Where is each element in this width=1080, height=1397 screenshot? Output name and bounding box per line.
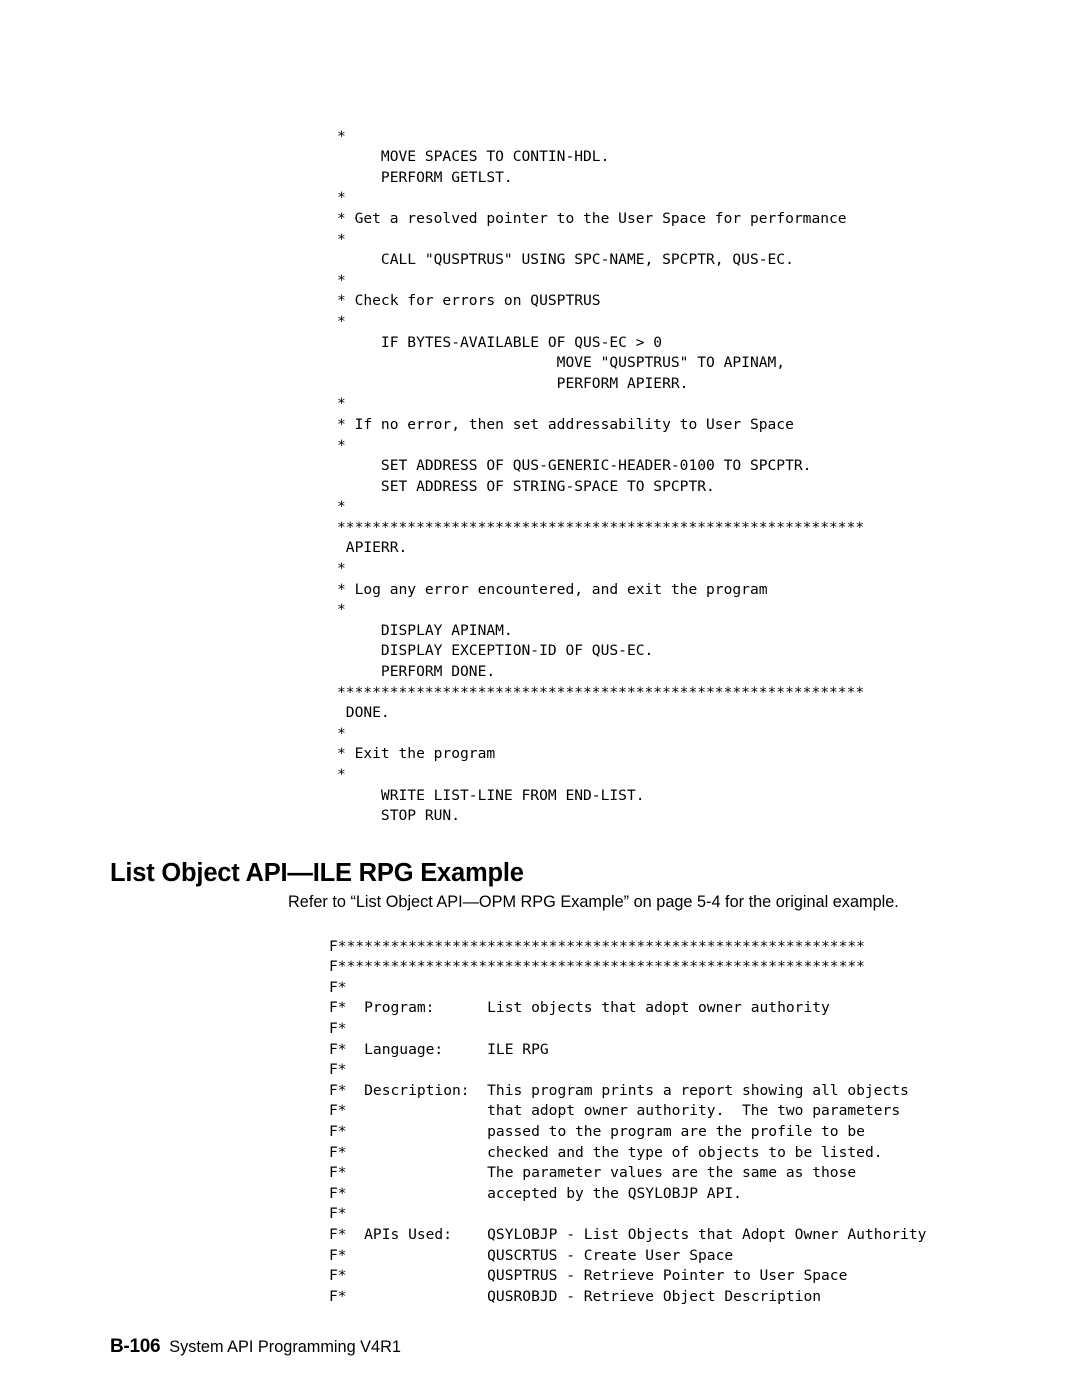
code-line: APIERR. [337,539,408,557]
cobol-code-block: * MOVE SPACES TO CONTIN-HDL. PERFORM GET… [337,127,864,827]
code-line: F* QUSCRTUS - Create User Space [329,1246,734,1264]
code-line: F***************************************… [329,937,865,955]
footer-book-title: System API Programming V4R1 [169,1338,401,1356]
code-line: IF BYTES-AVAILABLE OF QUS-EC > 0 [337,333,663,351]
code-line: * Log any error encountered, and exit th… [337,580,768,598]
code-line: DISPLAY APINAM. [337,621,513,639]
code-line: * [337,601,346,619]
code-line: F* Description: This program prints a re… [329,1081,909,1099]
code-line: * If no error, then set addressability t… [337,415,794,433]
code-line: ****************************************… [337,683,865,701]
code-line: * [337,312,346,330]
code-line: F* The parameter values are the same as … [329,1164,857,1182]
code-line: PERFORM APIERR. [337,374,689,392]
code-line: F***************************************… [329,958,865,976]
code-line: * [337,766,346,783]
code-line: SET ADDRESS OF STRING-SPACE TO SPCPTR. [337,477,715,495]
code-line: F* QUSPTRUS - Retrieve Pointer to User S… [329,1267,848,1285]
code-line: * [337,271,346,289]
code-line: F* checked and the type of objects to be… [329,1143,883,1161]
code-line: * [337,189,346,207]
code-line: WRITE LIST-LINE FROM END-LIST. [337,786,645,804]
code-line: F* [329,1019,347,1037]
code-line: CALL "QUSPTRUS" USING SPC-NAME, SPCPTR, … [337,251,794,269]
code-line: DISPLAY EXCEPTION-ID OF QUS-EC. [337,642,654,660]
code-line: F* QUSROBJD - Retrieve Object Descriptio… [329,1287,822,1305]
code-line: STOP RUN. [337,807,461,825]
code-line: * [337,724,346,742]
code-line: * [337,395,346,413]
page-footer: B-106 System API Programming V4R1 [110,1336,401,1358]
code-line: * [337,498,346,516]
code-line: F* Language: ILE RPG [329,1040,549,1058]
code-line: MOVE SPACES TO CONTIN-HDL. [337,148,610,166]
code-line: MOVE "QUSPTRUS" TO APINAM, [337,354,786,372]
code-line: DONE. [337,704,390,722]
document-page: * MOVE SPACES TO CONTIN-HDL. PERFORM GET… [0,0,1080,1397]
code-line: F* that adopt owner authority. The two p… [329,1102,901,1120]
code-line: F* APIs Used: QSYLOBJP - List Objects th… [329,1225,927,1243]
footer-page-number: B-106 [110,1336,161,1357]
code-line: F* [329,1061,347,1079]
code-line: PERFORM DONE. [337,663,496,681]
code-line: F* [329,978,347,996]
code-line: * Check for errors on QUSPTRUS [337,292,601,310]
code-line: * [337,436,346,454]
code-line: * [337,127,346,145]
code-line: * Exit the program [337,745,496,763]
code-line: PERFORM GETLST. [337,168,513,186]
code-line: * [337,560,346,578]
code-line: * [337,230,346,248]
code-line: F* [329,1205,347,1223]
code-line: * Get a resolved pointer to the User Spa… [337,209,847,227]
section-heading: List Object API—ILE RPG Example [110,859,524,888]
rpg-code-block: F***************************************… [329,937,926,1308]
code-line: F* passed to the program are the profile… [329,1122,865,1140]
section-intro-paragraph: Refer to “List Object API—OPM RPG Exampl… [288,893,899,912]
code-line: F* Program: List objects that adopt owne… [329,999,830,1017]
code-line: ****************************************… [337,518,865,536]
code-line: SET ADDRESS OF QUS-GENERIC-HEADER-0100 T… [337,457,812,475]
code-line: F* accepted by the QSYLOBJP API. [329,1184,742,1202]
